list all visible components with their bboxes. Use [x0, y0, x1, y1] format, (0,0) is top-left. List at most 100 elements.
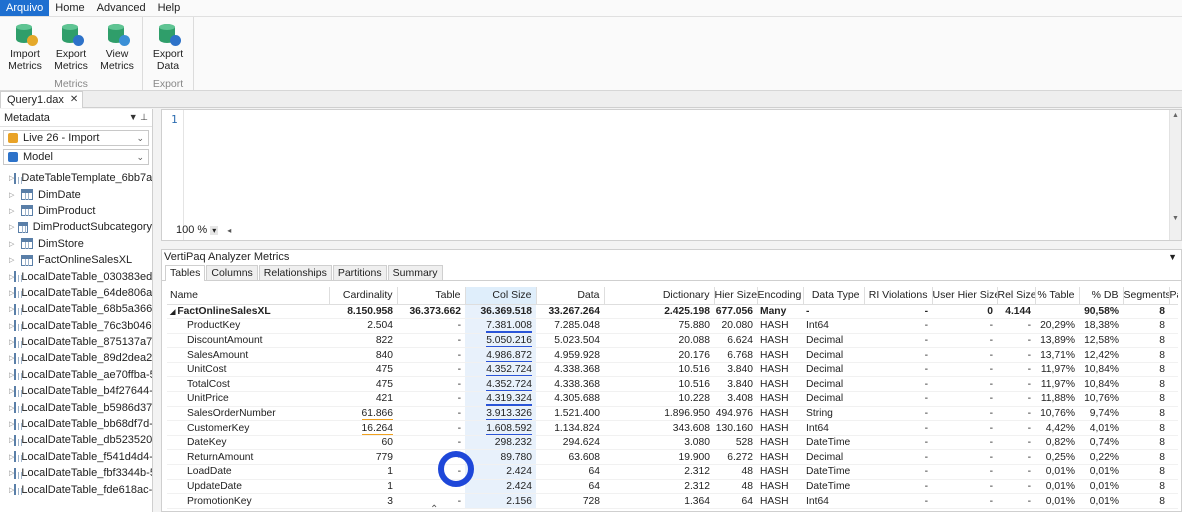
tab-columns[interactable]: Columns — [206, 265, 258, 280]
cell-value: Int64 — [806, 495, 829, 507]
cell-value: 64 — [741, 495, 753, 507]
tree-item-table[interactable]: ▷ LocalDateTable_76c3b046- — [0, 318, 152, 334]
table-row[interactable]: SalesOrderNumber 61.866 - 3.913.326 1.521.40… — [167, 406, 1178, 422]
dropdown-icon[interactable]: ▼ — [1168, 250, 1177, 264]
tab-tables[interactable]: Tables — [165, 265, 206, 281]
column-header-ri-violations[interactable]: RI Violations — [864, 287, 933, 305]
column-header-partitio[interactable]: Partitio — [1169, 287, 1178, 305]
tree-item-table[interactable]: ▷ LocalDateTable_bb68df7d- — [0, 416, 152, 432]
scroll-down-icon[interactable]: ▼ — [1172, 215, 1179, 222]
column-header-col-size[interactable]: Col Size — [465, 287, 537, 305]
tab-summary[interactable]: Summary — [387, 265, 443, 280]
dropdown-icon[interactable]: ▼ — [129, 112, 138, 122]
cell-value: - — [924, 378, 928, 390]
table-row[interactable]: SalesAmount 840 - 4.986.872 4.959.928 20.176 6… — [167, 347, 1178, 363]
column-header-data-type[interactable]: Data Type — [803, 287, 865, 305]
table-cell: 60 — [329, 435, 397, 451]
column-header-table[interactable]: Table — [397, 287, 466, 305]
tree-item-table[interactable]: ▷ LocalDateTable_fbf3344b-5 — [0, 465, 152, 481]
cell-value: 89.780 — [500, 451, 533, 463]
tree-item-table[interactable]: ▷ LocalDateTable_875137a7- — [0, 334, 152, 350]
table-row[interactable]: PromotionKey 3 - 2.156 728 1.364 64 HASH Int64 - -… — [167, 493, 1178, 509]
tree-item-table[interactable]: ▷ LocalDateTable_b4f27644-! — [0, 383, 152, 399]
cell-value: 0,01% — [1089, 495, 1119, 507]
column-header-segments[interactable]: Segments — [1123, 287, 1170, 305]
tab-partitions[interactable]: Partitions — [332, 265, 387, 280]
tree-item-table[interactable]: ▷ LocalDateTable_db523520- — [0, 432, 152, 448]
chevron-down-icon[interactable]: ⌄ — [136, 133, 144, 144]
table-cell: 0,82% — [1035, 435, 1079, 451]
column-header-hier-size[interactable]: Hier Size — [714, 287, 758, 305]
menu-item-help[interactable]: Help — [152, 0, 187, 16]
cell-value: - — [1027, 495, 1031, 507]
chevron-down-icon[interactable]: ▾ — [210, 225, 219, 235]
tree-item-table[interactable]: ▷ LocalDateTable_b5986d37- — [0, 399, 152, 415]
column-header-dictionary[interactable]: Dictionary — [604, 287, 715, 305]
export-metrics-button[interactable]: Export Metrics — [48, 19, 94, 72]
cell-value: 728 — [582, 495, 600, 507]
tree-item-table[interactable]: ▷ LocalDateTable_68b5a366- — [0, 301, 152, 317]
table-row[interactable]: ReturnAmount 779 - 89.780 63.608 19.900 6.272 H… — [167, 449, 1178, 466]
expand-icon[interactable]: ▷ — [9, 223, 18, 231]
tree-item-table[interactable]: ▷ LocalDateTable_fde618ac-f — [0, 481, 152, 497]
table-group-row[interactable]: ◢ FactOnlineSalesXL 8.150.958 36.373.662 36… — [167, 304, 1178, 320]
table-row[interactable]: UnitPrice 421 - 4.319.324 4.305.688 10.228 3.4… — [167, 391, 1178, 407]
table-row[interactable]: DateKey 60 - 298.232 294.624 3.080 528 HASH Date… — [167, 435, 1178, 451]
expand-icon[interactable]: ▷ — [9, 191, 21, 199]
table-name: LocalDateTable_fde618ac-f — [21, 483, 153, 496]
tree-item-table[interactable]: ▷ DimStore — [0, 236, 152, 252]
scroll-left-icon[interactable]: ◂ — [227, 226, 231, 235]
expand-icon[interactable]: ▷ — [9, 207, 21, 215]
table-row[interactable]: LoadDate 1-2.424 64 2.312 48 HASH DateTime - - -0… — [167, 464, 1178, 480]
cell-value: 10.516 — [678, 378, 711, 390]
query-editor[interactable]: 1 100 % ▾ ◂ ▲ ▼ — [161, 109, 1182, 241]
pin-icon[interactable]: ⊥ — [140, 112, 148, 122]
scroll-up-icon[interactable]: ▲ — [1172, 112, 1179, 119]
table-row[interactable]: UpdateDate 1 - 2.424 64 2.312 48 HASH DateTime - -… — [167, 479, 1178, 495]
column-header-user-hier-size[interactable]: User Hier Size — [932, 287, 998, 305]
column-header-rel-size[interactable]: Rel Size — [997, 287, 1036, 305]
model-select[interactable]: Model ⌄ — [3, 149, 149, 165]
tree-item-table[interactable]: ▷ DimProductSubcategory — [0, 219, 152, 235]
cell-value: 36.369.518 — [480, 305, 532, 317]
export-data-button[interactable]: Export Data — [145, 19, 191, 72]
tab-relationships[interactable]: Relationships — [258, 265, 332, 280]
table-row[interactable]: UnitCost 475 - 4.352.724 4.338.368 10.516 3.84… — [167, 362, 1178, 378]
tree-item-table[interactable]: ▷ DimDate — [0, 186, 152, 202]
expand-icon[interactable]: ▷ — [9, 256, 21, 264]
table-cell: 0,01% — [1079, 464, 1123, 480]
tree-item-table[interactable]: ▷ FactOnlineSalesXL — [0, 252, 152, 268]
tree-item-table[interactable]: ▷ LocalDateTable_89d2dea2- — [0, 350, 152, 366]
tree-item-table[interactable]: ▷ LocalDateTable_030383ed- — [0, 268, 152, 284]
column-header--table[interactable]: % Table — [1035, 287, 1080, 305]
expand-icon[interactable]: ▷ — [9, 240, 21, 248]
tab-query1-dax[interactable]: Query1.dax ✕ — [0, 91, 84, 108]
tree-item-table[interactable]: ▷ DateTableTemplate_6bb7a2 — [0, 170, 152, 186]
view-metrics-button[interactable]: View Metrics — [94, 19, 140, 72]
editor-scrollbar[interactable]: ▲ ▼ — [1169, 110, 1181, 240]
table-row[interactable]: DiscountAmount 822 - 5.050.216 5.023.504 20.0… — [167, 333, 1178, 349]
zoom-control[interactable]: 100 % ▾ ◂ — [176, 224, 231, 236]
import-metrics-button[interactable]: Import Metrics — [2, 19, 48, 72]
cube-icon — [8, 152, 18, 162]
menu-item-arquivo[interactable]: Arquivo — [0, 0, 50, 16]
tree-item-table[interactable]: ▷ LocalDateTable_64de806a- — [0, 285, 152, 301]
tree-item-table[interactable]: ▷ LocalDateTable_ae70ffba-5 — [0, 367, 152, 383]
table-row[interactable]: TotalCost 475 - 4.352.724 4.338.368 10.516 3.8… — [167, 376, 1178, 393]
column-header--db[interactable]: % DB — [1079, 287, 1124, 305]
table-row[interactable]: CustomerKey 16.264 - 1.608.592 1.134.824 343.… — [167, 420, 1178, 436]
column-header-data[interactable]: Data — [536, 287, 605, 305]
tree-item-table[interactable]: ▷ DimProduct — [0, 203, 152, 219]
close-icon[interactable]: ✕ — [70, 92, 78, 108]
cell-value: - — [457, 320, 461, 332]
tree-item-table[interactable]: ▷ LocalDateTable_f541d4d4- — [0, 449, 152, 465]
column-header-encoding[interactable]: Encoding — [757, 287, 804, 305]
menu-item-advanced[interactable]: Advanced — [91, 0, 152, 16]
cell-value: 48 — [741, 466, 753, 478]
menu-item-home[interactable]: Home — [49, 0, 90, 16]
column-header-cardinality[interactable]: Cardinality — [329, 287, 398, 305]
column-header-name[interactable]: Name — [167, 287, 330, 305]
chevron-down-icon[interactable]: ⌄ — [136, 152, 144, 163]
table-row[interactable]: ProductKey 2.504 - 7.381.008 7.285.048 75.880… — [167, 318, 1178, 334]
connection-select[interactable]: Live 26 - Import ⌄ — [3, 130, 149, 146]
